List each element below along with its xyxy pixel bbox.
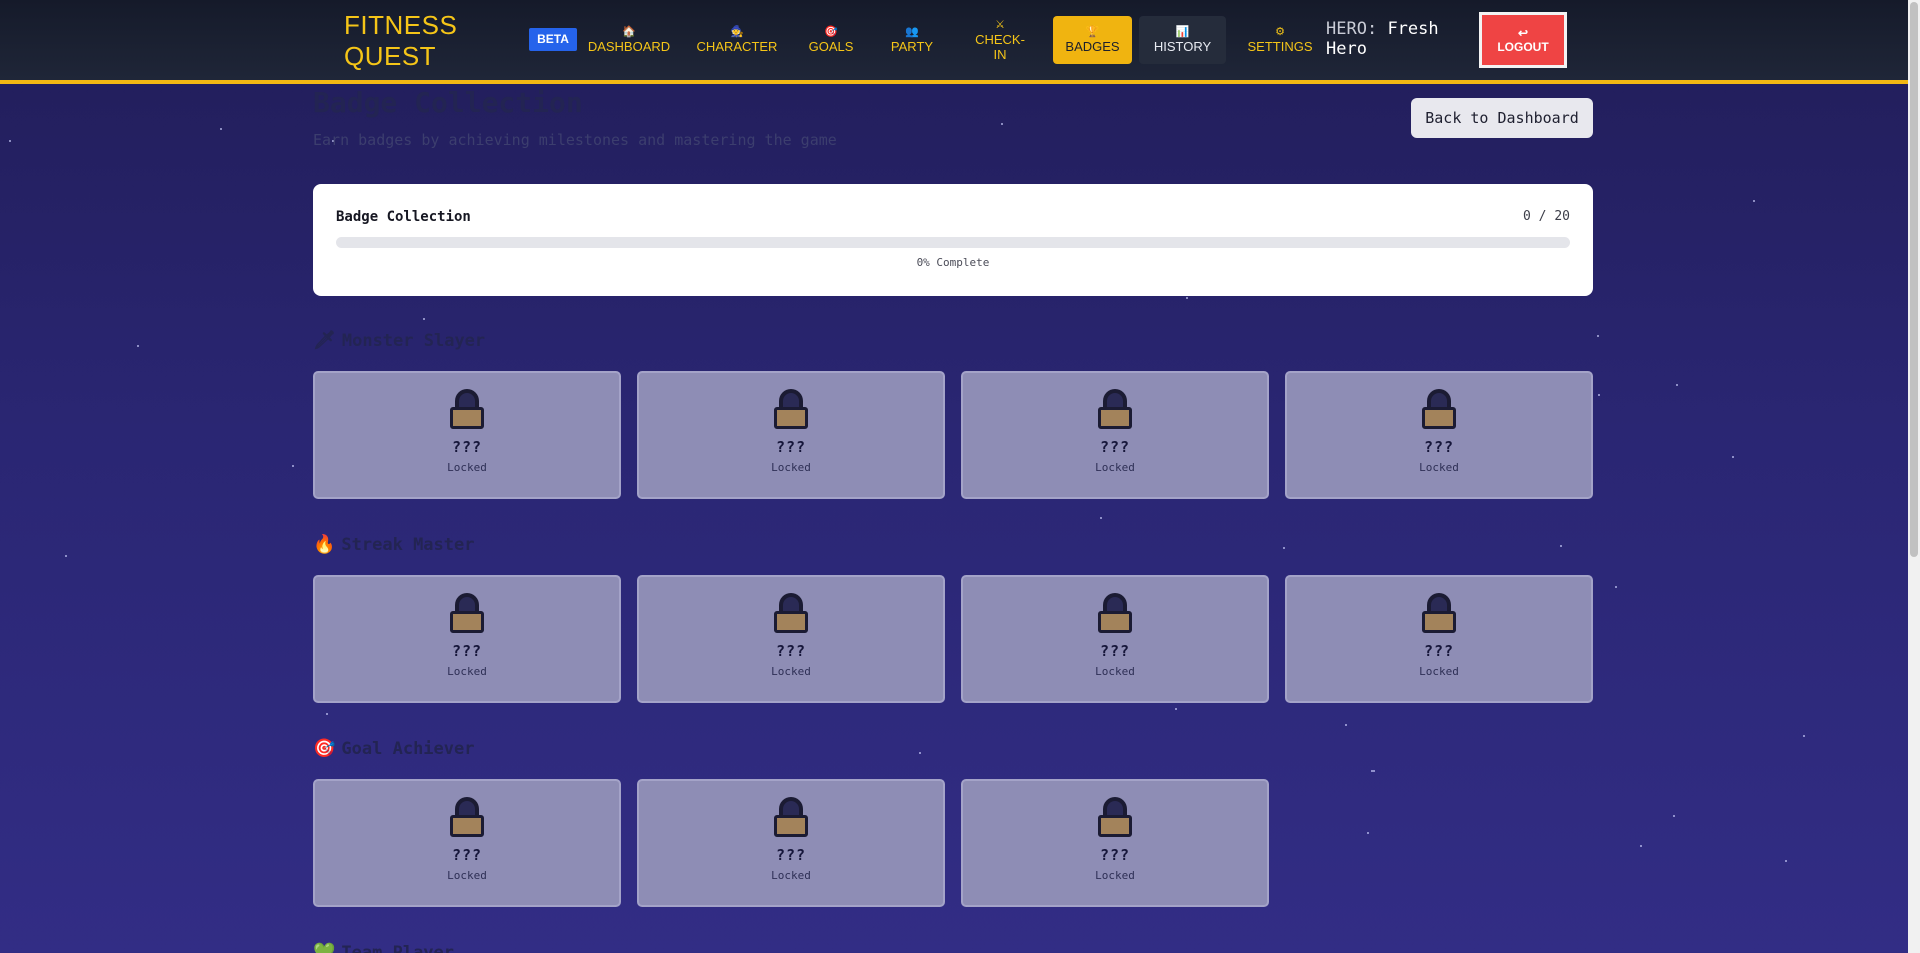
badge-status: Locked: [1419, 665, 1459, 678]
party-icon: 👥: [905, 26, 919, 38]
badge-card-locked[interactable]: ??? Locked: [637, 779, 945, 907]
lock-icon: [450, 389, 484, 429]
badge-status: Locked: [1095, 461, 1135, 474]
nav-party[interactable]: 👥 PARTY: [882, 16, 942, 64]
badge-name: ???: [1423, 438, 1455, 456]
lock-icon: [1098, 593, 1132, 633]
section-title: Team Player: [341, 942, 455, 953]
lock-icon: [450, 797, 484, 837]
target-icon: 🎯: [313, 738, 336, 759]
badge-name: ???: [775, 846, 807, 864]
nav-settings-label: SETTINGS: [1247, 39, 1313, 54]
nav-settings[interactable]: ⚙ SETTINGS: [1242, 16, 1318, 64]
lock-icon: [1422, 593, 1456, 633]
badge-name: ???: [775, 438, 807, 456]
nav-badges[interactable]: 🏆 BADGES: [1053, 16, 1132, 64]
badge-card-locked[interactable]: ??? Locked: [961, 371, 1269, 499]
nav-check-in[interactable]: ⚔ CHECK-IN: [960, 16, 1040, 64]
hero-name-display: HERO: Fresh Hero: [1326, 19, 1456, 59]
lock-icon: [450, 593, 484, 633]
section-monster-slayer: 🗡 Monster Slayer: [313, 330, 485, 351]
badge-status: Locked: [1419, 461, 1459, 474]
nav-goals[interactable]: 🎯 GOALS: [802, 16, 860, 64]
logout-label: LOGOUT: [1497, 40, 1549, 54]
badge-status: Locked: [447, 869, 487, 882]
character-icon: 🧙: [730, 26, 744, 38]
badge-card-locked[interactable]: ??? Locked: [313, 779, 621, 907]
back-to-dashboard-button[interactable]: Back to Dashboard: [1411, 98, 1593, 138]
badge-status: Locked: [447, 665, 487, 678]
logout-button[interactable]: ↩ LOGOUT: [1479, 12, 1567, 68]
badge-status: Locked: [447, 461, 487, 474]
target-icon: 🎯: [824, 26, 838, 38]
progress-count: 0 / 20: [1523, 209, 1570, 224]
badge-card-locked[interactable]: ??? Locked: [961, 575, 1269, 703]
badge-name: ???: [1099, 642, 1131, 660]
swords-icon: ⚔: [995, 18, 1005, 31]
nav-character[interactable]: 🧙 CHARACTER: [694, 16, 780, 64]
badge-status: Locked: [771, 461, 811, 474]
nav-dashboard-label: DASHBOARD: [587, 39, 671, 54]
page-scrollbar[interactable]: [1908, 0, 1920, 953]
nav-party-label: PARTY: [890, 39, 934, 54]
nav-goals-label: GOALS: [808, 39, 854, 54]
home-icon: 🏠: [622, 26, 636, 38]
fire-icon: 🔥: [313, 534, 336, 555]
badge-status: Locked: [771, 665, 811, 678]
green-heart-icon: 💚: [313, 942, 336, 953]
starfield-background: [0, 0, 1920, 953]
badge-name: ???: [1423, 642, 1455, 660]
section-title: Goal Achiever: [341, 738, 475, 759]
badge-name: ???: [1099, 846, 1131, 864]
section-title: Monster Slayer: [341, 330, 486, 351]
trophy-icon: 🏆: [1085, 26, 1100, 38]
progress-bar: [336, 237, 1570, 248]
section-team-player: 💚 Team Player: [313, 942, 454, 953]
top-nav-bar: FITNESS QUEST BETA 🏠 DASHBOARD 🧙 CHARACT…: [0, 0, 1908, 84]
badge-card-locked[interactable]: ??? Locked: [637, 575, 945, 703]
progress-title: Badge Collection: [336, 209, 471, 225]
hero-label: HERO:: [1326, 19, 1378, 39]
lock-icon: [774, 593, 808, 633]
section-title: Streak Master: [341, 534, 475, 555]
app-logo[interactable]: FITNESS QUEST: [344, 10, 474, 72]
badge-name: ???: [451, 642, 483, 660]
lock-icon: [1098, 797, 1132, 837]
badge-status: Locked: [1095, 665, 1135, 678]
lock-icon: [774, 389, 808, 429]
nav-badges-label: BADGES: [1065, 39, 1120, 54]
page-title: Badge Collection: [313, 86, 583, 119]
section-streak-master: 🔥 Streak Master: [313, 534, 474, 555]
badge-name: ???: [451, 438, 483, 456]
progress-percent: 0% Complete: [916, 256, 990, 269]
badge-status: Locked: [771, 869, 811, 882]
beta-badge: BETA: [529, 28, 577, 51]
badge-name: ???: [1099, 438, 1131, 456]
lock-icon: [774, 797, 808, 837]
badge-card-locked[interactable]: ??? Locked: [1285, 371, 1593, 499]
badge-card-locked[interactable]: ??? Locked: [313, 371, 621, 499]
page-subtitle: Earn badges by achieving milestones and …: [313, 131, 837, 149]
lock-icon: [1098, 389, 1132, 429]
badge-card-locked[interactable]: ??? Locked: [1285, 575, 1593, 703]
lock-icon: [1422, 389, 1456, 429]
badge-name: ???: [451, 846, 483, 864]
chart-icon: 📊: [1175, 26, 1190, 38]
gear-icon: ⚙: [1275, 26, 1285, 38]
sword-icon: 🗡: [313, 330, 336, 351]
badge-status: Locked: [1095, 869, 1135, 882]
section-goal-achiever: 🎯 Goal Achiever: [313, 738, 474, 759]
nav-history[interactable]: 📊 HISTORY: [1139, 16, 1226, 64]
scrollbar-thumb[interactable]: [1910, 2, 1918, 557]
nav-history-label: HISTORY: [1153, 39, 1212, 54]
badge-card-locked[interactable]: ??? Locked: [961, 779, 1269, 907]
badge-name: ???: [775, 642, 807, 660]
badge-progress-card: Badge Collection 0 / 20 0% Complete: [313, 184, 1593, 296]
nav-dashboard[interactable]: 🏠 DASHBOARD: [584, 16, 674, 64]
nav-check-in-label: CHECK-IN: [975, 31, 1025, 62]
badge-card-locked[interactable]: ??? Locked: [637, 371, 945, 499]
badge-card-locked[interactable]: ??? Locked: [313, 575, 621, 703]
nav-character-label: CHARACTER: [696, 39, 778, 54]
logout-icon: ↩: [1517, 26, 1529, 40]
